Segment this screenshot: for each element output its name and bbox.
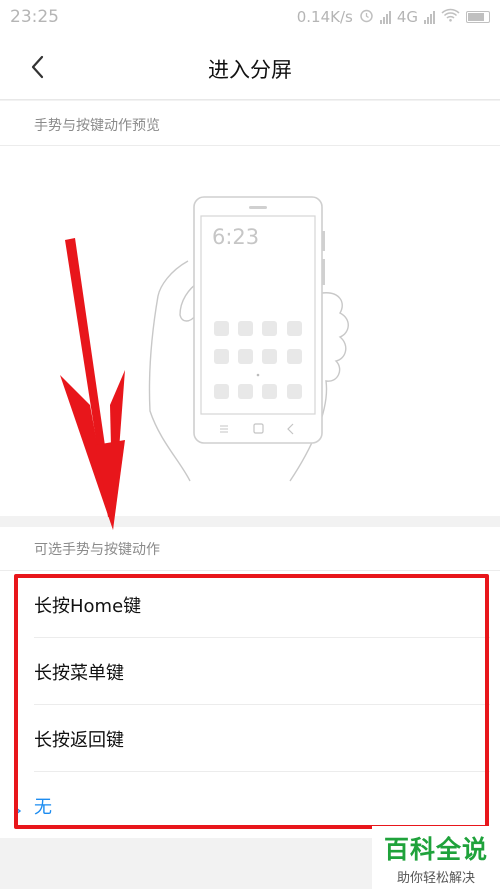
option-long-press-home[interactable]: 长按Home键: [0, 571, 500, 638]
signal-icon-2: [424, 10, 435, 24]
phone-clock: 6:23: [212, 225, 260, 249]
status-bar: 23:25 0.14K/s 4G: [0, 0, 500, 34]
option-long-press-back[interactable]: 长按返回键: [0, 705, 500, 772]
watermark-title: 百科全说: [383, 835, 488, 864]
alarm-icon: [359, 8, 374, 27]
option-label: 长按菜单键: [34, 662, 124, 684]
option-label: 长按Home键: [34, 595, 142, 617]
options-section: 可选手势与按键动作 长按Home键 长按菜单键 长按返回键 无: [0, 527, 500, 838]
header: 进入分屏: [0, 34, 500, 100]
status-time: 23:25: [10, 7, 59, 27]
options-section-title: 可选手势与按键动作: [0, 527, 500, 571]
preview-section-title: 手势与按键动作预览: [0, 101, 500, 146]
page-title: 进入分屏: [208, 58, 292, 82]
network-type: 4G: [396, 8, 418, 26]
status-indicators: 0.14K/s 4G: [297, 8, 490, 27]
option-long-press-menu[interactable]: 长按菜单键: [0, 638, 500, 705]
watermark: 百科全说 助你轻松解决: [372, 826, 500, 889]
battery-icon: [466, 11, 490, 23]
watermark-subtitle: 助你轻松解决: [396, 871, 475, 886]
gesture-illustration: 6:23: [130, 191, 360, 491]
wifi-icon: [441, 8, 460, 26]
net-speed: 0.14K/s: [296, 8, 353, 26]
check-icon: [14, 800, 24, 821]
option-label: 无: [34, 796, 52, 818]
option-label: 长按返回键: [34, 729, 124, 751]
signal-icon: [379, 10, 391, 24]
preview-section: 手势与按键动作预览 6:23: [0, 101, 500, 516]
